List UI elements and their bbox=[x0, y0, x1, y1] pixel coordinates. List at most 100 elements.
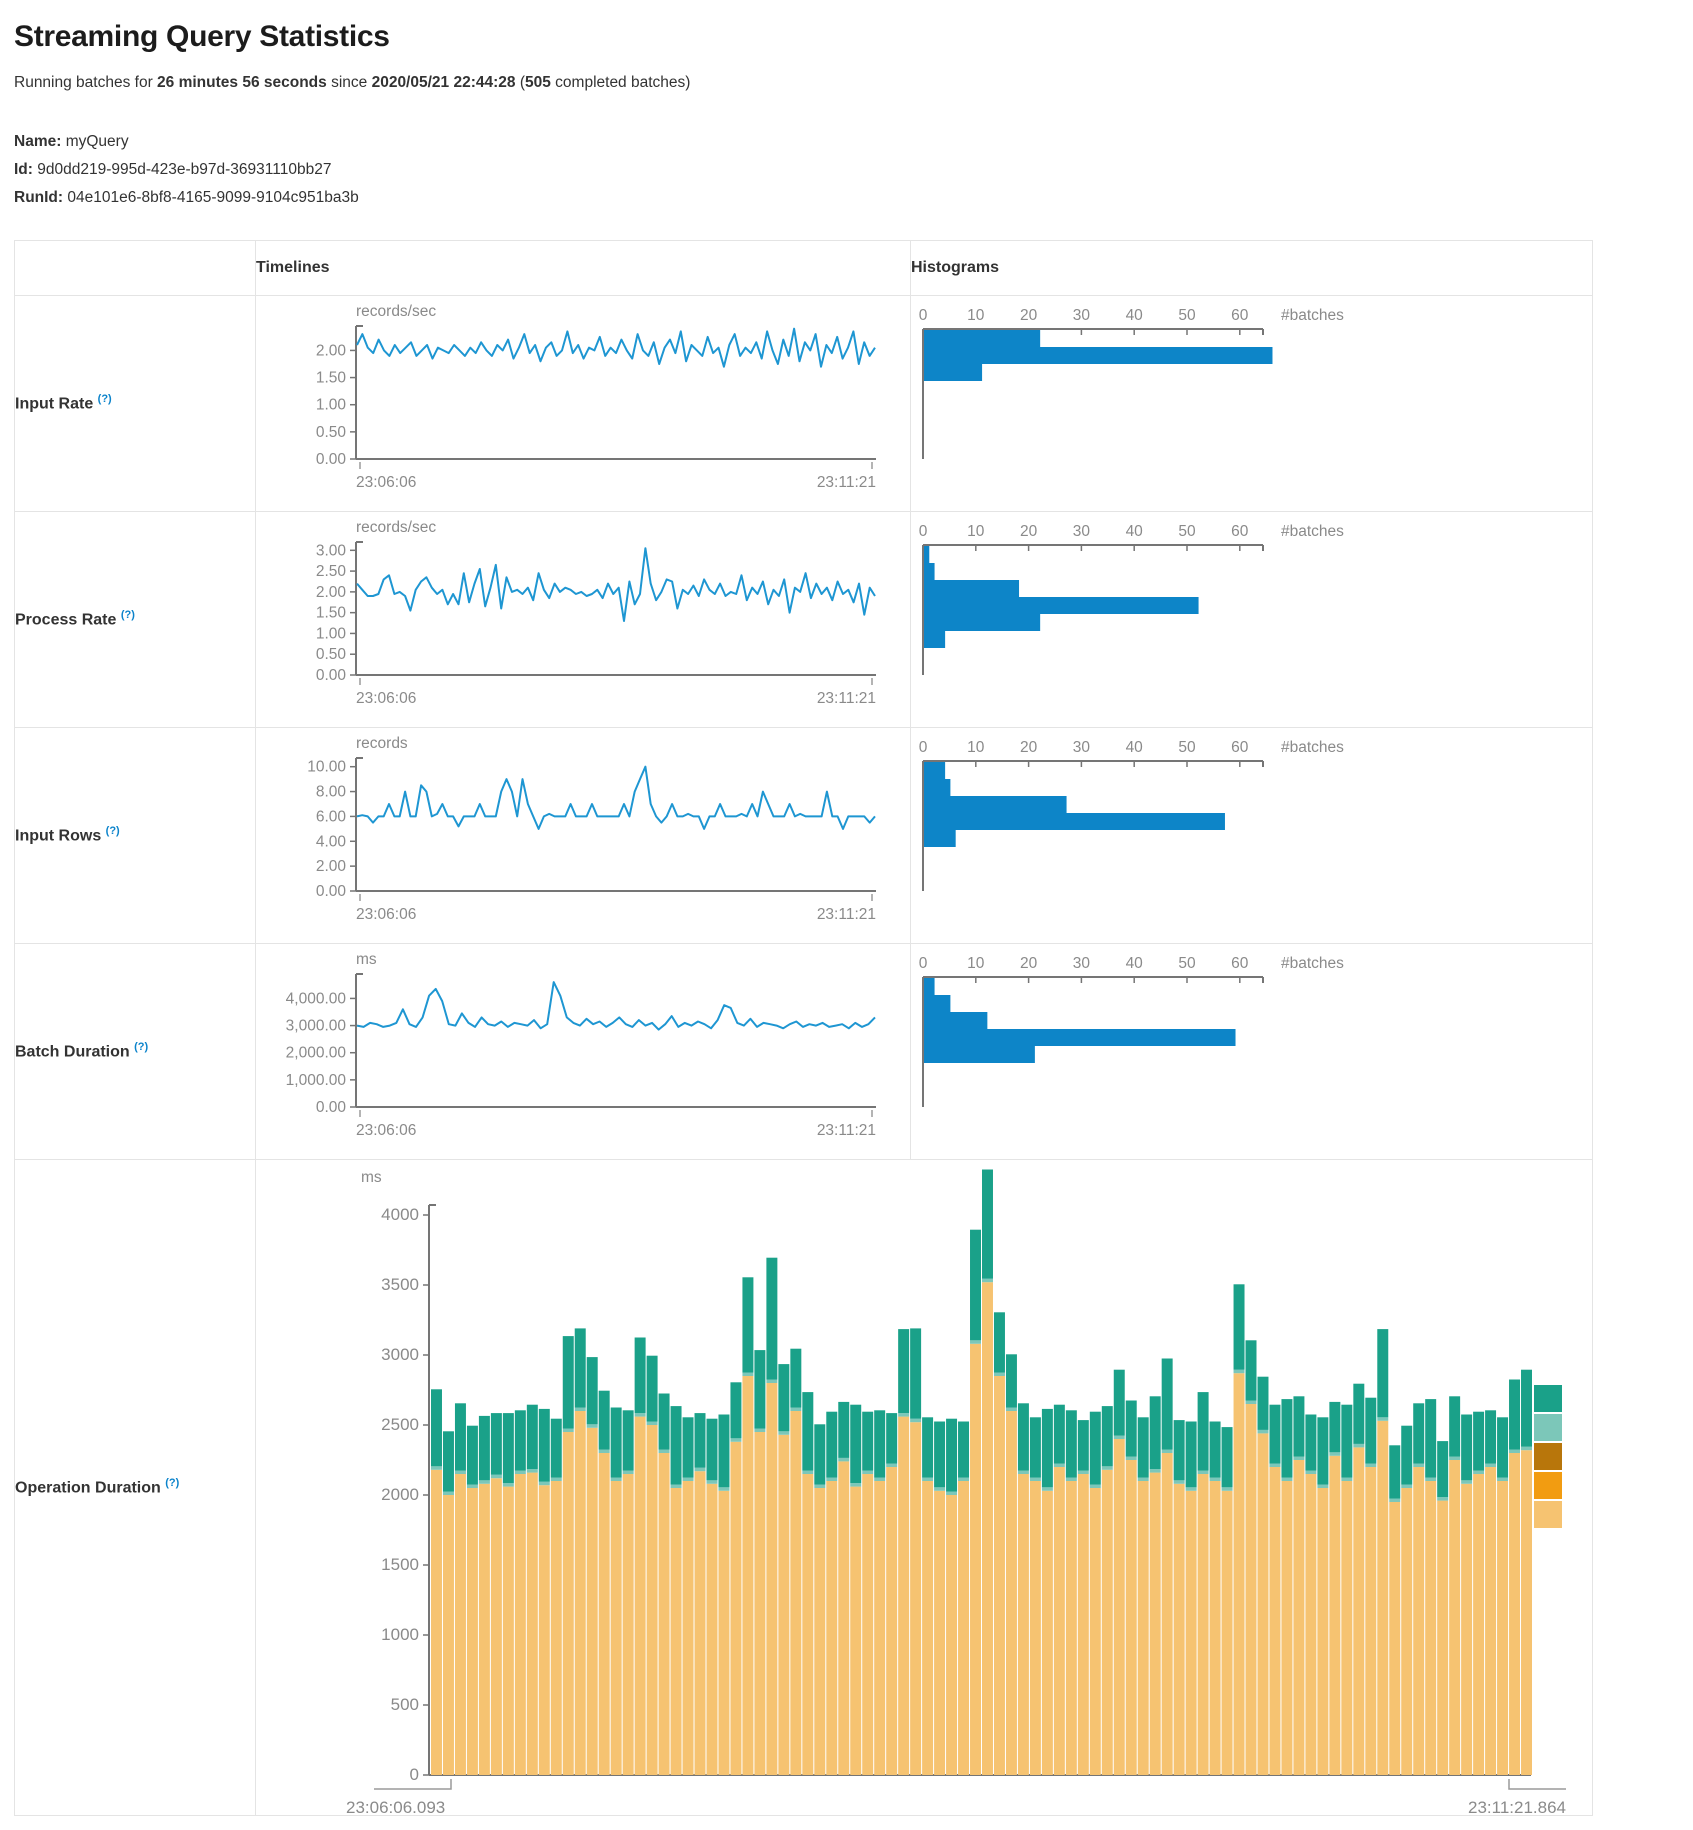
svg-text:500: 500 bbox=[391, 1695, 419, 1714]
svg-text:10: 10 bbox=[967, 523, 985, 540]
input-rate-histogram-chart: 0102030405060#batches bbox=[911, 296, 1591, 511]
svg-text:0.00: 0.00 bbox=[316, 667, 347, 684]
query-id-label: Id: bbox=[14, 161, 33, 178]
batch-duration-row: Batch Duration (?) ms0.001,000.002,000.0… bbox=[15, 943, 1593, 1159]
svg-text:0: 0 bbox=[410, 1765, 419, 1784]
query-name-value: myQuery bbox=[66, 133, 129, 150]
svg-text:4,000.00: 4,000.00 bbox=[286, 990, 347, 1007]
svg-text:20: 20 bbox=[1020, 955, 1038, 972]
legend-swatch-4 bbox=[1534, 1472, 1562, 1499]
page-title: Streaming Query Statistics bbox=[14, 20, 1679, 54]
svg-text:23:06:06: 23:06:06 bbox=[356, 1122, 416, 1139]
svg-text:23:11:21: 23:11:21 bbox=[817, 906, 876, 923]
input-rows-row: Input Rows (?) records0.002.004.006.008.… bbox=[15, 727, 1593, 943]
query-id-value: 9d0dd219-995d-423e-b97d-36931110bb27 bbox=[37, 161, 331, 178]
legend-swatch-1 bbox=[1534, 1385, 1562, 1412]
svg-text:1,000.00: 1,000.00 bbox=[286, 1072, 347, 1089]
input-rows-timeline-cell: records0.002.004.006.008.0010.0023:06:06… bbox=[256, 727, 911, 943]
statistics-table: Timelines Histograms Input Rate (?) reco… bbox=[14, 240, 1593, 1816]
operation-duration-label-cell: Operation Duration (?) bbox=[15, 1159, 256, 1815]
input-rate-timeline-cell: records/sec0.000.501.001.502.0023:06:062… bbox=[256, 295, 911, 511]
svg-text:ms: ms bbox=[356, 951, 377, 968]
process-rate-label: Process Rate bbox=[15, 611, 116, 628]
svg-text:2500: 2500 bbox=[381, 1415, 419, 1434]
svg-text:0.00: 0.00 bbox=[316, 451, 347, 468]
svg-text:60: 60 bbox=[1231, 307, 1249, 324]
svg-text:20: 20 bbox=[1020, 739, 1038, 756]
svg-text:40: 40 bbox=[1126, 739, 1144, 756]
input-rate-label: Input Rate bbox=[15, 395, 93, 412]
svg-text:50: 50 bbox=[1178, 307, 1196, 324]
batch-duration-label: Batch Duration bbox=[15, 1043, 130, 1060]
svg-text:2.00: 2.00 bbox=[316, 858, 347, 875]
input-rows-help-tooltip[interactable]: (?) bbox=[106, 825, 120, 837]
operation-duration-row: Operation Duration (?) ms050010001500200… bbox=[15, 1159, 1593, 1815]
batch-duration-timeline-cell: ms0.001,000.002,000.003,000.004,000.0023… bbox=[256, 943, 911, 1159]
svg-text:30: 30 bbox=[1073, 307, 1091, 324]
process-rate-help-tooltip[interactable]: (?) bbox=[121, 609, 135, 621]
svg-text:10: 10 bbox=[967, 739, 985, 756]
svg-text:10: 10 bbox=[967, 955, 985, 972]
svg-text:0.00: 0.00 bbox=[316, 1099, 347, 1116]
batch-duration-histogram-cell: 0102030405060#batches bbox=[911, 943, 1593, 1159]
summary-start-time: 2020/05/21 22:44:28 bbox=[372, 74, 516, 91]
input-rate-help-tooltip[interactable]: (?) bbox=[98, 393, 112, 405]
operation-duration-stacked-chart: ms0500100015002000250030003500400023:06:… bbox=[256, 1160, 1591, 1815]
query-runid-row: RunId: 04e101e6-8bf8-4165-9099-9104c951b… bbox=[14, 184, 1679, 212]
svg-text:#batches: #batches bbox=[1281, 739, 1344, 756]
summary-middle: since bbox=[327, 74, 372, 91]
process-rate-histogram-chart: 0102030405060#batches bbox=[911, 512, 1591, 727]
svg-text:23:11:21.864: 23:11:21.864 bbox=[1468, 1798, 1566, 1815]
svg-text:1.00: 1.00 bbox=[316, 396, 347, 413]
svg-text:0: 0 bbox=[919, 523, 928, 540]
summary-paren: ( bbox=[516, 74, 525, 91]
batch-duration-histogram-chart: 0102030405060#batches bbox=[911, 944, 1591, 1159]
query-runid-label: RunId: bbox=[14, 189, 63, 206]
svg-text:records: records bbox=[356, 735, 408, 752]
svg-text:records/sec: records/sec bbox=[356, 519, 436, 536]
svg-text:23:06:06: 23:06:06 bbox=[356, 474, 416, 491]
batch-duration-label-cell: Batch Duration (?) bbox=[15, 943, 256, 1159]
batch-duration-help-tooltip[interactable]: (?) bbox=[134, 1041, 148, 1053]
svg-text:23:06:06: 23:06:06 bbox=[356, 906, 416, 923]
svg-text:0.50: 0.50 bbox=[316, 646, 347, 663]
svg-text:6.00: 6.00 bbox=[316, 808, 347, 825]
running-batches-summary: Running batches for 26 minutes 56 second… bbox=[14, 74, 1679, 92]
svg-text:3000: 3000 bbox=[381, 1345, 419, 1364]
legend-swatch-5 bbox=[1534, 1501, 1562, 1528]
svg-text:ms: ms bbox=[361, 1169, 382, 1186]
histograms-column-header: Histograms bbox=[911, 240, 1593, 295]
svg-text:23:06:06.093: 23:06:06.093 bbox=[346, 1798, 445, 1815]
process-rate-row: Process Rate (?) records/sec0.000.501.00… bbox=[15, 511, 1593, 727]
query-runid-value: 04e101e6-8bf8-4165-9099-9104c951ba3b bbox=[67, 189, 358, 206]
svg-text:60: 60 bbox=[1231, 523, 1249, 540]
svg-text:50: 50 bbox=[1178, 523, 1196, 540]
svg-text:records/sec: records/sec bbox=[356, 303, 436, 320]
legend-swatch-3 bbox=[1534, 1443, 1562, 1470]
query-metadata: Name: myQuery Id: 9d0dd219-995d-423e-b97… bbox=[14, 128, 1679, 212]
svg-text:1500: 1500 bbox=[381, 1555, 419, 1574]
svg-text:40: 40 bbox=[1126, 955, 1144, 972]
timelines-column-header: Timelines bbox=[256, 240, 911, 295]
svg-text:30: 30 bbox=[1073, 523, 1091, 540]
svg-text:20: 20 bbox=[1020, 523, 1038, 540]
svg-text:10.00: 10.00 bbox=[307, 758, 346, 775]
svg-text:23:06:06: 23:06:06 bbox=[356, 690, 416, 707]
table-header-row: Timelines Histograms bbox=[15, 240, 1593, 295]
svg-text:20: 20 bbox=[1020, 307, 1038, 324]
input-rows-histogram-chart: 0102030405060#batches bbox=[911, 728, 1591, 943]
svg-text:0: 0 bbox=[919, 955, 928, 972]
operation-duration-help-tooltip[interactable]: (?) bbox=[165, 1477, 179, 1489]
svg-text:0: 0 bbox=[919, 739, 928, 756]
input-rows-label: Input Rows bbox=[15, 827, 101, 844]
summary-prefix: Running batches for bbox=[14, 74, 157, 91]
operation-duration-chart-cell: ms0500100015002000250030003500400023:06:… bbox=[256, 1159, 1593, 1815]
query-id-row: Id: 9d0dd219-995d-423e-b97d-36931110bb27 bbox=[14, 156, 1679, 184]
svg-text:1.50: 1.50 bbox=[316, 604, 347, 621]
svg-text:4000: 4000 bbox=[381, 1205, 419, 1224]
input-rate-histogram-cell: 0102030405060#batches bbox=[911, 295, 1593, 511]
operation-duration-label: Operation Duration bbox=[15, 1479, 161, 1496]
svg-text:2.50: 2.50 bbox=[316, 563, 347, 580]
input-rate-row: Input Rate (?) records/sec0.000.501.001.… bbox=[15, 295, 1593, 511]
svg-text:3.00: 3.00 bbox=[316, 542, 347, 559]
